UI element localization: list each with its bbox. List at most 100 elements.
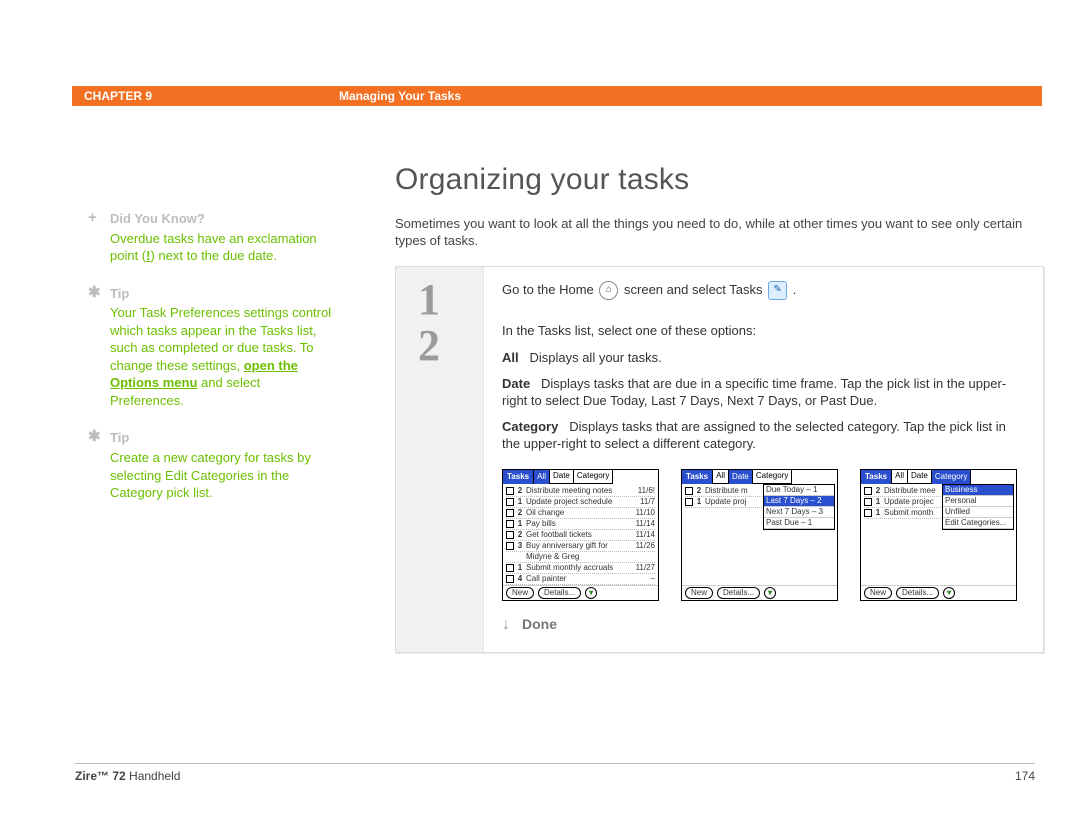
- pda-task-row[interactable]: 1Submit monthly accruals11/27: [506, 563, 655, 574]
- pda-task-row[interactable]: 2Oil change11/10: [506, 508, 655, 519]
- tip-block-2: ✱ Tip Create a new category for tasks by…: [110, 429, 335, 501]
- pda-tab-all[interactable]: All: [533, 470, 550, 484]
- pda-new-button[interactable]: New: [685, 587, 713, 599]
- pda-task-list: Due Today – 1Last 7 Days – 2Next 7 Days …: [682, 484, 837, 585]
- task-date: 11/27: [636, 563, 655, 574]
- pda-task-row[interactable]: 3Buy anniversary gift for11/26: [506, 541, 655, 552]
- picklist-item[interactable]: Next 7 Days – 3: [764, 507, 834, 518]
- pda-category-picklist[interactable]: BusinessPersonalUnfiledEdit Categories..…: [942, 484, 1014, 530]
- pda-title: Tasks: [861, 470, 891, 484]
- option-all: All Displays all your tasks.: [502, 349, 1025, 367]
- pda-task-row[interactable]: 2Get football tickets11/14: [506, 530, 655, 541]
- done-label: Done: [522, 615, 557, 634]
- pda-show-button[interactable]: ▾: [764, 587, 776, 599]
- task-text: Buy anniversary gift for: [526, 541, 633, 552]
- task-priority: 4: [517, 574, 523, 585]
- step-numbers: 1 2: [396, 267, 484, 652]
- task-priority: 2: [517, 508, 523, 519]
- picklist-item[interactable]: Due Today – 1: [764, 485, 834, 496]
- task-text: Pay bills: [526, 519, 633, 530]
- pda-title: Tasks: [503, 470, 533, 484]
- task-text: Distribute meeting notes: [526, 486, 635, 497]
- arrow-down-icon: ↓: [502, 617, 516, 631]
- step-number-2: 2: [418, 323, 483, 369]
- option-date: Date Displays tasks that are due in a sp…: [502, 375, 1025, 410]
- task-priority: 1: [517, 497, 523, 508]
- pda-tab-date[interactable]: Date: [550, 470, 574, 484]
- pda-task-row[interactable]: 1Pay bills11/14: [506, 519, 655, 530]
- pda-details-button[interactable]: Details...: [896, 587, 939, 599]
- task-date: 11/10: [636, 508, 655, 519]
- picklist-item[interactable]: Business: [943, 485, 1013, 496]
- pda-task-row[interactable]: 2Distribute meeting notes11/6!: [506, 486, 655, 497]
- tasks-app-icon: ✎: [768, 281, 787, 300]
- task-text: Submit monthly accruals: [526, 563, 633, 574]
- task-checkbox[interactable]: [864, 509, 872, 517]
- task-checkbox[interactable]: [506, 575, 514, 583]
- pda-show-button[interactable]: ▾: [585, 587, 597, 599]
- picklist-item[interactable]: Personal: [943, 496, 1013, 507]
- pda-titlebar: Tasks All Date Category: [682, 470, 837, 484]
- pda-tab-category[interactable]: Category: [753, 470, 792, 484]
- picklist-item[interactable]: Last 7 Days – 2: [764, 496, 834, 507]
- pda-task-row[interactable]: 1Update project schedule11/7: [506, 497, 655, 508]
- pda-task-row[interactable]: 4Call painter–: [506, 574, 655, 585]
- picklist-item[interactable]: Edit Categories...: [943, 518, 1013, 529]
- task-checkbox[interactable]: [685, 498, 693, 506]
- task-date: –: [651, 574, 655, 585]
- pda-date-picklist[interactable]: Due Today – 1Last 7 Days – 2Next 7 Days …: [763, 484, 835, 530]
- pda-show-button[interactable]: ▾: [943, 587, 955, 599]
- pda-details-button[interactable]: Details...: [717, 587, 760, 599]
- dyk-heading-text: Did You Know?: [110, 211, 205, 226]
- task-checkbox[interactable]: [506, 542, 514, 550]
- pda-tab-category[interactable]: Category: [932, 470, 971, 484]
- page-title: Organizing your tasks: [395, 160, 1042, 201]
- task-checkbox[interactable]: [864, 487, 872, 495]
- task-checkbox[interactable]: [506, 531, 514, 539]
- task-priority: 1: [517, 519, 523, 530]
- task-date: 11/7: [640, 497, 655, 508]
- picklist-item[interactable]: Unfiled: [943, 507, 1013, 518]
- task-text: Update project schedule: [526, 497, 637, 508]
- task-checkbox[interactable]: [506, 487, 514, 495]
- chapter-title: Managing Your Tasks: [339, 88, 461, 104]
- pda-new-button[interactable]: New: [864, 587, 892, 599]
- pda-tab-date[interactable]: Date: [908, 470, 932, 484]
- task-text: Call painter: [526, 574, 648, 585]
- did-you-know-block: + Did You Know? Overdue tasks have an ex…: [110, 210, 335, 265]
- pda-bottom-bar: New Details... ▾: [682, 585, 837, 600]
- pda-screenshot-row: Tasks All Date Category 2Distribute meet…: [502, 469, 1025, 601]
- step-1-row: Go to the Home ⌂ screen and select Tasks…: [502, 281, 1025, 300]
- main-column: Organizing your tasks Sometimes you want…: [395, 160, 1042, 653]
- task-checkbox[interactable]: [506, 498, 514, 506]
- asterisk-icon: ✱: [88, 285, 101, 300]
- sidebar: + Did You Know? Overdue tasks have an ex…: [110, 210, 335, 522]
- product-name: Zire™ 72 Handheld: [75, 768, 180, 784]
- picklist-item[interactable]: Past Due – 1: [764, 518, 834, 529]
- pda-details-button[interactable]: Details...: [538, 587, 581, 599]
- tip2-heading-text: Tip: [110, 430, 129, 445]
- task-date: 11/26: [636, 541, 655, 552]
- page-number: 174: [1015, 768, 1035, 784]
- pda-tab-all[interactable]: All: [891, 470, 908, 484]
- task-checkbox[interactable]: [506, 509, 514, 517]
- task-priority: 1: [517, 563, 523, 574]
- task-checkbox[interactable]: [506, 564, 514, 572]
- step-2-row: In the Tasks list, select one of these o…: [502, 322, 1025, 634]
- tip1-body: Your Task Preferences settings control w…: [110, 304, 335, 409]
- pda-bottom-bar: New Details... ▾: [861, 585, 1016, 600]
- done-row: ↓ Done: [502, 615, 1025, 634]
- task-checkbox[interactable]: [506, 520, 514, 528]
- task-checkbox[interactable]: [864, 498, 872, 506]
- dyk-body: Overdue tasks have an exclamation point …: [110, 230, 335, 265]
- task-priority: 1: [875, 508, 881, 519]
- pda-tab-date[interactable]: Date: [729, 470, 753, 484]
- pda-task-list: BusinessPersonalUnfiledEdit Categories..…: [861, 484, 1016, 585]
- pda-task-row[interactable]: Midyne & Greg: [506, 552, 655, 563]
- pda-task-list: 2Distribute meeting notes11/6!1Update pr…: [503, 484, 658, 585]
- task-checkbox[interactable]: [685, 487, 693, 495]
- pda-new-button[interactable]: New: [506, 587, 534, 599]
- task-text: Get football tickets: [526, 530, 633, 541]
- pda-tab-all[interactable]: All: [712, 470, 729, 484]
- pda-tab-category[interactable]: Category: [574, 470, 613, 484]
